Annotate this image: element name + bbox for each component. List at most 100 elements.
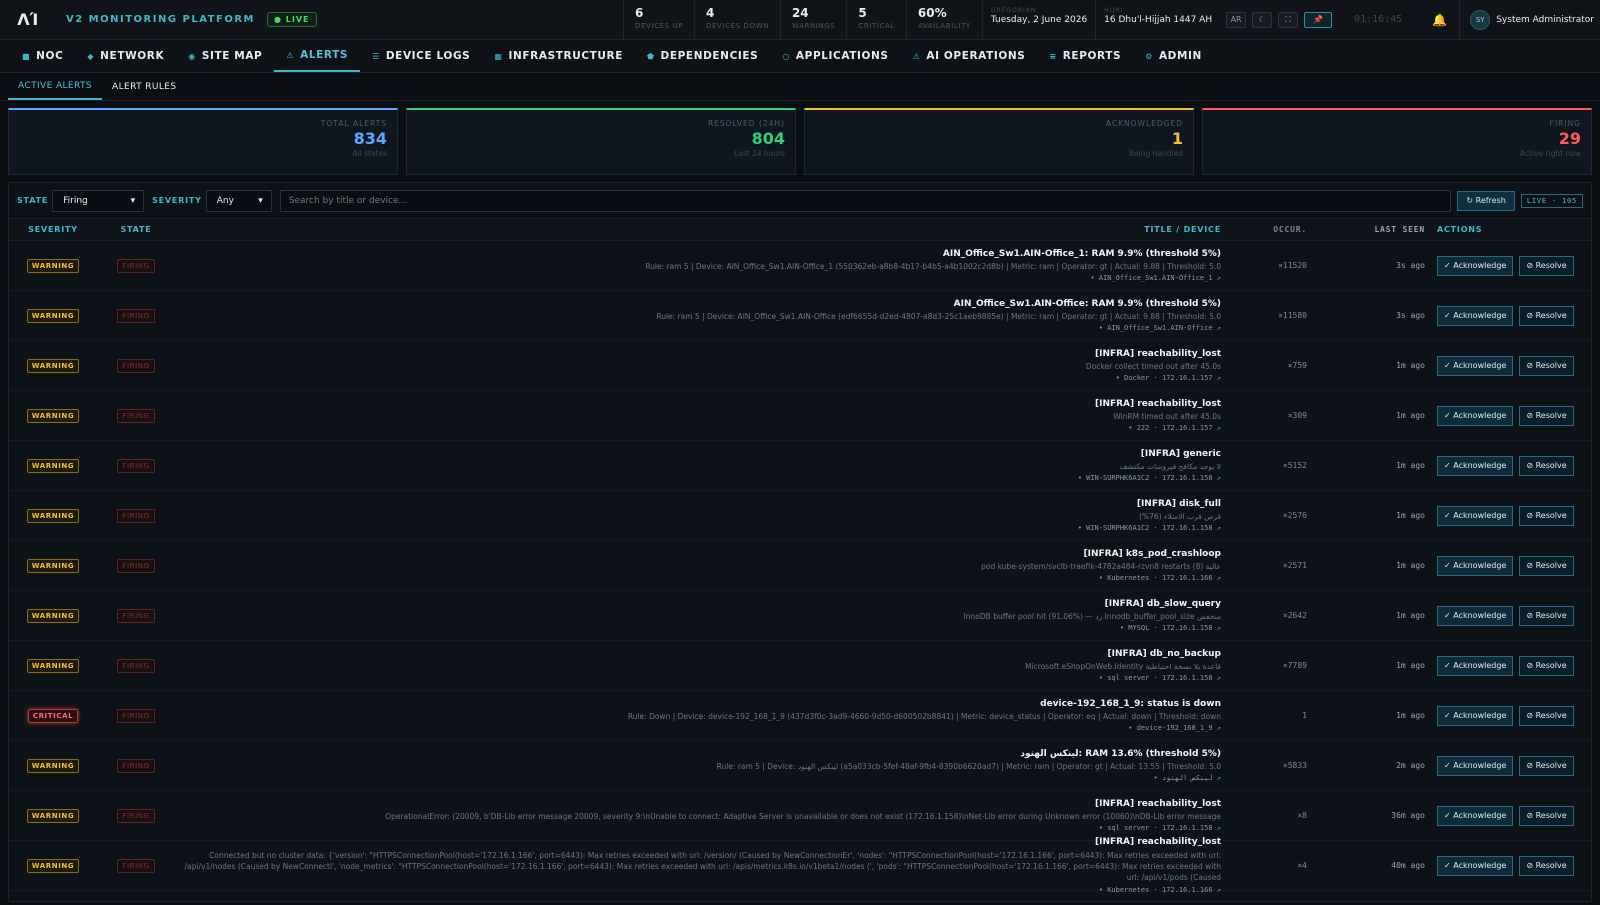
nav-site-map[interactable]: ◉ SITE MAP (176, 40, 274, 72)
resolve-button[interactable]: ⊘ Resolve (1519, 655, 1574, 676)
acknowledge-button[interactable]: ✓ Acknowledge (1437, 555, 1514, 576)
nav-device-logs[interactable]: ☰ DEVICE LOGS (360, 40, 482, 72)
alert-title[interactable]: [INFRA] db_slow_query (175, 599, 1221, 609)
app-logo[interactable]: ΛΊ (0, 10, 56, 29)
col-title[interactable]: TITLE / DEVICE (175, 225, 1235, 234)
acknowledge-button[interactable]: ✓ Acknowledge (1437, 805, 1514, 826)
alert-device: • Kubernetes · 172.16.1.166 ↗ (175, 886, 1221, 894)
table-row[interactable]: WARNING FIRING AIN_Office_Sw1.AIN-Office: … (9, 291, 1591, 341)
external-link-icon[interactable]: ↗ (1217, 574, 1221, 582)
col-severity[interactable]: SEVERITY (9, 225, 97, 234)
resolve-button[interactable]: ⊘ Resolve (1519, 305, 1574, 326)
col-last-seen[interactable]: LAST SEEN (1307, 225, 1425, 234)
tab-alert-rules[interactable]: ALERT RULES (102, 73, 186, 100)
alert-title[interactable]: AIN_Office_Sw1.AIN-Office_1: RAM 9.9% (t… (175, 249, 1221, 259)
refresh-button[interactable]: ↻ Refresh (1457, 190, 1515, 211)
external-link-icon[interactable]: ↗ (1217, 724, 1221, 732)
alert-title[interactable]: device-192_168_1_9: status is down (175, 699, 1221, 709)
table-row[interactable]: WARNING FIRING AIN_Office_Sw1.AIN-Office_1… (9, 241, 1591, 291)
acknowledge-button[interactable]: ✓ Acknowledge (1437, 255, 1514, 276)
external-link-icon[interactable]: ↗ (1217, 824, 1221, 832)
external-link-icon[interactable]: ↗ (1217, 674, 1221, 682)
avatar[interactable]: SY (1470, 9, 1491, 30)
state-cell: FIRING (97, 508, 175, 523)
resolve-button[interactable]: ⊘ Resolve (1519, 855, 1574, 876)
alert-title[interactable]: [INFRA] k8s_pod_crashloop (175, 549, 1221, 559)
col-occurrences[interactable]: OCCUR. (1235, 225, 1307, 234)
nav-applications[interactable]: ○ APPLICATIONS (770, 40, 900, 72)
table-row[interactable]: WARNING FIRING [INFRA] db_no_backup Microso… (9, 641, 1591, 691)
nav-noc[interactable]: ■ NOC (10, 40, 75, 72)
language-toggle-button[interactable]: AR (1226, 11, 1247, 28)
alert-title[interactable]: لينكس الهنود: RAM 13.6% (threshold 5%) (175, 749, 1221, 759)
sub-nav: ACTIVE ALERTS ALERT RULES (0, 73, 1600, 101)
resolve-button[interactable]: ⊘ Resolve (1519, 455, 1574, 476)
pin-icon[interactable]: 📌 (1304, 11, 1333, 28)
external-link-icon[interactable]: ↗ (1217, 374, 1221, 382)
user-menu[interactable]: SY System Administrator (1459, 0, 1600, 40)
table-row[interactable]: WARNING FIRING لينكس الهنود: RAM 13.6% (th… (9, 741, 1591, 791)
table-row[interactable]: WARNING FIRING [INFRA] reachability_lost Co… (9, 837, 1591, 894)
acknowledge-button[interactable]: ✓ Acknowledge (1437, 505, 1514, 526)
alert-title[interactable]: [INFRA] reachability_lost (175, 349, 1221, 359)
acknowledge-button[interactable]: ✓ Acknowledge (1437, 355, 1514, 376)
nav-admin[interactable]: ⚙ ADMIN (1133, 40, 1214, 72)
table-row[interactable]: WARNING FIRING [INFRA] disk_full قرص قرب ال… (9, 491, 1591, 541)
external-link-icon[interactable]: ↗ (1217, 474, 1221, 482)
search-input[interactable] (279, 189, 1452, 212)
table-row[interactable]: WARNING FIRING [INFRA] k8s_pod_crashloop po… (9, 541, 1591, 591)
resolve-button[interactable]: ⊘ Resolve (1519, 505, 1574, 526)
resolve-button[interactable]: ⊘ Resolve (1519, 755, 1574, 776)
nav-network[interactable]: ◆ NETWORK (75, 40, 176, 72)
alert-title[interactable]: [INFRA] db_no_backup (175, 649, 1221, 659)
acknowledge-button[interactable]: ✓ Acknowledge (1437, 305, 1514, 326)
nav-reports[interactable]: ≡ REPORTS (1037, 40, 1133, 72)
acknowledge-button[interactable]: ✓ Acknowledge (1437, 755, 1514, 776)
theme-moon-icon[interactable]: ☾ (1252, 11, 1273, 28)
resolve-button[interactable]: ⊘ Resolve (1519, 555, 1574, 576)
alert-title[interactable]: [INFRA] generic (175, 449, 1221, 459)
table-row[interactable]: CRITICAL FIRING device-192_168_1_9: status… (9, 691, 1591, 741)
resolve-button[interactable]: ⊘ Resolve (1519, 605, 1574, 626)
resolve-button[interactable]: ⊘ Resolve (1519, 355, 1574, 376)
alert-title[interactable]: [INFRA] reachability_lost (175, 799, 1221, 809)
table-row[interactable]: WARNING FIRING [INFRA] generic لا يوجد مكاف… (9, 441, 1591, 491)
state-select[interactable]: Firing ▾ (52, 189, 145, 212)
acknowledge-button[interactable]: ✓ Acknowledge (1437, 405, 1514, 426)
acknowledge-button[interactable]: ✓ Acknowledge (1437, 655, 1514, 676)
acknowledge-button[interactable]: ✓ Acknowledge (1437, 705, 1514, 726)
external-link-icon[interactable]: ↗ (1217, 886, 1221, 894)
acknowledge-button[interactable]: ✓ Acknowledge (1437, 855, 1514, 876)
bell-icon[interactable]: 🔔 (1432, 13, 1447, 27)
external-link-icon[interactable]: ↗ (1217, 324, 1221, 332)
nav-alerts[interactable]: ⚠ ALERTS (274, 40, 361, 72)
nav-infrastructure[interactable]: ▦ INFRASTRUCTURE (482, 40, 635, 72)
alert-title[interactable]: [INFRA] disk_full (175, 499, 1221, 509)
severity-select[interactable]: Any ▾ (205, 189, 272, 212)
table-row[interactable]: WARNING FIRING [INFRA] reachability_lost Do… (9, 341, 1591, 391)
external-link-icon[interactable]: ↗ (1217, 774, 1221, 782)
table-row[interactable]: WARNING FIRING [INFRA] reachability_lost Op… (9, 791, 1591, 841)
tab-active-alerts[interactable]: ACTIVE ALERTS (8, 73, 103, 100)
col-state[interactable]: STATE (97, 225, 175, 234)
alert-title[interactable]: [INFRA] reachability_lost (175, 399, 1221, 409)
external-link-icon[interactable]: ↗ (1217, 424, 1221, 432)
table-row[interactable]: WARNING FIRING [INFRA] reachability_lost Wi… (9, 391, 1591, 441)
resolve-button[interactable]: ⊘ Resolve (1519, 805, 1574, 826)
resolve-button[interactable]: ⊘ Resolve (1519, 705, 1574, 726)
stat-value: 5 (858, 5, 867, 20)
alert-title[interactable]: [INFRA] reachability_lost (175, 837, 1221, 847)
nav-ai-operations[interactable]: ⚠ AI OPERATIONS (901, 40, 1038, 72)
card-label: ACKNOWLEDGED (1105, 119, 1183, 128)
acknowledge-button[interactable]: ✓ Acknowledge (1437, 455, 1514, 476)
external-link-icon[interactable]: ↗ (1217, 274, 1221, 282)
acknowledge-button[interactable]: ✓ Acknowledge (1437, 605, 1514, 626)
resolve-button[interactable]: ⊘ Resolve (1519, 255, 1574, 276)
nav-dependencies[interactable]: ⬟ DEPENDENCIES (635, 40, 770, 72)
resolve-button[interactable]: ⊘ Resolve (1519, 405, 1574, 426)
external-link-icon[interactable]: ↗ (1217, 624, 1221, 632)
alert-title[interactable]: AIN_Office_Sw1.AIN-Office: RAM 9.9% (thr… (175, 299, 1221, 309)
external-link-icon[interactable]: ↗ (1217, 524, 1221, 532)
table-row[interactable]: WARNING FIRING [INFRA] db_slow_query InnoDB… (9, 591, 1591, 641)
fullscreen-icon[interactable]: ⛶ (1278, 11, 1299, 28)
